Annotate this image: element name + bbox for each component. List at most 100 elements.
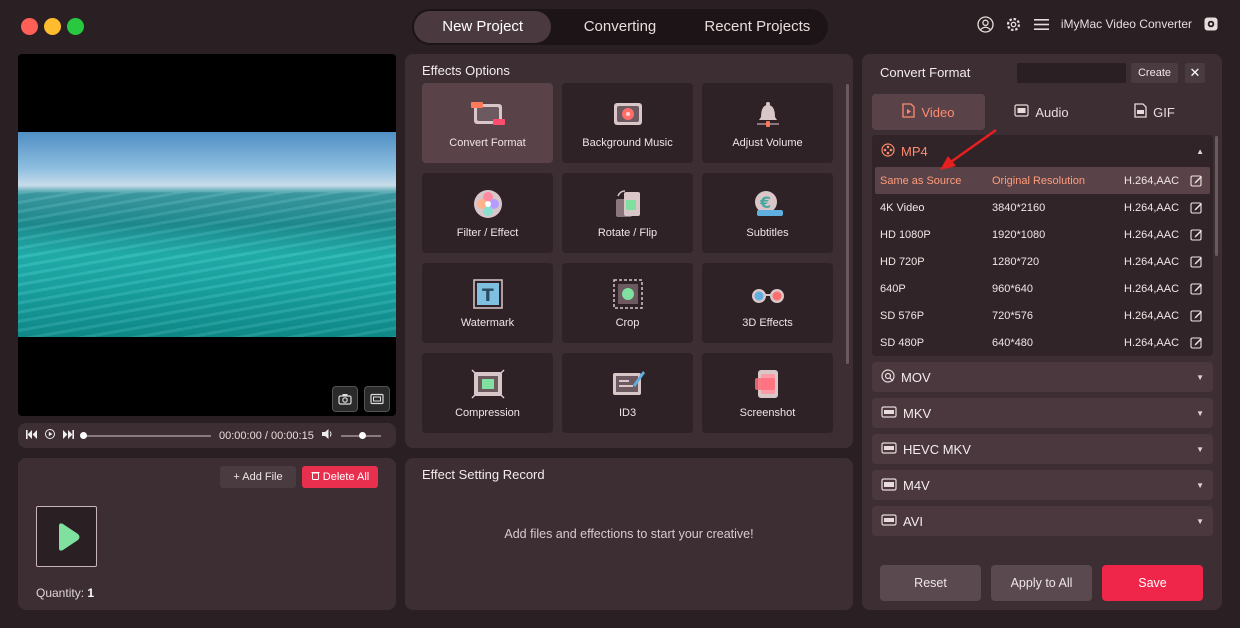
save-button[interactable]: Save: [1102, 565, 1203, 601]
volume-knob[interactable]: [358, 431, 366, 439]
format-label: MKV: [903, 405, 932, 421]
gear-icon[interactable]: [1005, 15, 1023, 33]
effect-id3[interactable]: ID3: [562, 353, 693, 433]
app-title: iMyMac Video Converter: [1060, 17, 1192, 31]
quantity-value: 1: [87, 586, 95, 600]
volume-icon[interactable]: [321, 429, 333, 442]
preset-name: 640P: [880, 282, 906, 295]
edit-icon[interactable]: [1190, 255, 1204, 269]
create-button[interactable]: Create: [1131, 63, 1178, 83]
svg-text:T: T: [482, 286, 494, 306]
preset-row[interactable]: SD 576P 720*576 H.264,AAC: [872, 302, 1213, 329]
preset-name: SD 480P: [880, 336, 925, 349]
progress-slider[interactable]: [80, 431, 211, 439]
chevron-down-icon[interactable]: ▼: [1196, 517, 1204, 526]
tab-video[interactable]: Video: [872, 94, 985, 130]
tab-audio[interactable]: Audio: [985, 94, 1098, 130]
edit-icon[interactable]: [1190, 282, 1204, 296]
minimize-window-button[interactable]: [44, 18, 61, 35]
close-window-button[interactable]: [21, 18, 38, 35]
add-file-button[interactable]: + Add File: [220, 466, 296, 488]
format-label-mp4: MP4: [901, 143, 928, 159]
effect-watermark[interactable]: T Watermark: [422, 263, 553, 343]
preset-row[interactable]: SD 480P 640*480 H.264,AAC: [872, 329, 1213, 356]
tab-new-project[interactable]: New Project: [414, 11, 552, 43]
edit-icon[interactable]: [1190, 309, 1204, 323]
format-group-mov[interactable]: MOV ▼: [872, 362, 1213, 392]
effect-crop[interactable]: Crop: [562, 263, 693, 343]
edit-icon[interactable]: [1190, 336, 1204, 350]
effect-3d[interactable]: 3D Effects: [702, 263, 833, 343]
volume-slider[interactable]: [340, 431, 381, 439]
effect-adjust-volume[interactable]: Adjust Volume: [702, 83, 833, 163]
progress-knob[interactable]: [80, 431, 87, 439]
compression-icon: [470, 368, 505, 400]
edit-icon[interactable]: [1190, 174, 1204, 188]
effect-background-music[interactable]: Background Music: [562, 83, 693, 163]
effect-convert-format[interactable]: Convert Format: [422, 83, 553, 163]
close-panel-button[interactable]: ✕: [1185, 63, 1205, 83]
format-group-mkv[interactable]: MKV ▼: [872, 398, 1213, 428]
video-file-icon: [902, 103, 916, 121]
format-group-avi[interactable]: AVI ▼: [872, 506, 1213, 536]
edit-icon[interactable]: [1190, 228, 1204, 242]
chevron-down-icon[interactable]: ▼: [1196, 481, 1204, 490]
apply-to-all-button[interactable]: Apply to All: [991, 565, 1092, 601]
edit-icon[interactable]: [1190, 201, 1204, 215]
video-preview: [18, 54, 396, 416]
format-header-mkv[interactable]: MKV ▼: [872, 398, 1213, 428]
format-header-mov[interactable]: MOV ▼: [872, 362, 1213, 392]
format-label: MOV: [901, 369, 931, 385]
format-group-hevc-mkv[interactable]: HEVC MKV ▼: [872, 434, 1213, 464]
format-header-mp4[interactable]: MP4 ▲: [872, 135, 1213, 167]
chevron-down-icon[interactable]: ▼: [1196, 409, 1204, 418]
delete-all-button[interactable]: Delete All: [302, 466, 378, 488]
skip-back-icon[interactable]: [26, 429, 37, 442]
tab-converting[interactable]: Converting: [551, 11, 688, 43]
delete-all-label: Delete All: [322, 471, 370, 483]
effect-label: Compression: [455, 406, 520, 419]
format-header-m4v[interactable]: M4V ▼: [872, 470, 1213, 500]
preset-row[interactable]: 4K Video 3840*2160 H.264,AAC: [872, 194, 1213, 221]
maximize-window-button[interactable]: [67, 18, 84, 35]
effect-record-panel: Effect Setting Record Add files and effe…: [405, 458, 853, 610]
effects-scrollbar[interactable]: [846, 84, 849, 364]
file-thumbnail[interactable]: [36, 506, 97, 567]
snapshot-button[interactable]: [332, 386, 358, 412]
fullscreen-button[interactable]: [364, 386, 390, 412]
preset-row[interactable]: HD 720P 1280*720 H.264,AAC: [872, 248, 1213, 275]
record-title: Effect Setting Record: [422, 467, 545, 482]
play-file-icon: [58, 522, 79, 551]
preset-name-input[interactable]: [1017, 63, 1126, 83]
format-header-hevc-mkv[interactable]: HEVC MKV ▼: [872, 434, 1213, 464]
format-list-scrollbar[interactable]: [1215, 136, 1218, 256]
effect-subtitles[interactable]: € Subtitles: [702, 173, 833, 253]
reset-button[interactable]: Reset: [880, 565, 981, 601]
user-icon[interactable]: [977, 15, 995, 33]
skip-forward-icon[interactable]: [63, 429, 74, 442]
preset-row[interactable]: Same as Source Original Resolution H.264…: [875, 167, 1210, 194]
effects-grid: Convert Format Background Music Adjust V…: [422, 83, 833, 433]
effect-compression[interactable]: Compression: [422, 353, 553, 433]
format-header-avi[interactable]: AVI ▼: [872, 506, 1213, 536]
preset-row[interactable]: HD 1080P 1920*1080 H.264,AAC: [872, 221, 1213, 248]
screenshot-icon: [751, 368, 785, 400]
preset-resolution: 640*480: [992, 336, 1033, 349]
preset-row[interactable]: 640P 960*640 H.264,AAC: [872, 275, 1213, 302]
audio-file-icon: [1014, 104, 1029, 120]
play-icon[interactable]: [45, 429, 55, 442]
chevron-down-icon[interactable]: ▼: [1196, 373, 1204, 382]
format-group-m4v[interactable]: M4V ▼: [872, 470, 1213, 500]
tab-video-label: Video: [921, 104, 955, 120]
tab-recent-projects[interactable]: Recent Projects: [689, 11, 826, 43]
chevron-up-icon[interactable]: ▲: [1196, 147, 1204, 156]
chevron-down-icon[interactable]: ▼: [1196, 445, 1204, 454]
tab-gif[interactable]: GIF: [1098, 94, 1211, 130]
plus-icon: +: [233, 471, 243, 483]
menu-icon[interactable]: [1033, 15, 1051, 33]
effect-label: Convert Format: [449, 136, 526, 149]
effect-filter[interactable]: Filter / Effect: [422, 173, 553, 253]
video-frame: [18, 132, 396, 337]
effect-rotate-flip[interactable]: Rotate / Flip: [562, 173, 693, 253]
effect-screenshot[interactable]: Screenshot: [702, 353, 833, 433]
